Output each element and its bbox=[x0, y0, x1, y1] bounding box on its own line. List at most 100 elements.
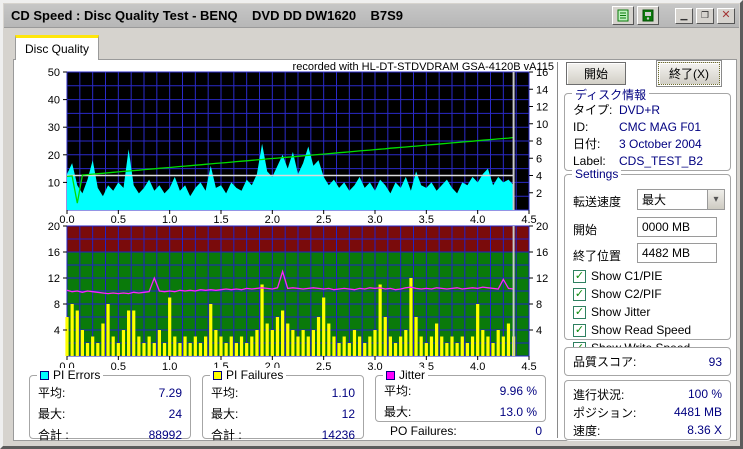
axis-tick-label: 4 bbox=[536, 171, 542, 183]
axis-tick-label: 4 bbox=[536, 325, 542, 337]
pi-errors-title: PI Errors bbox=[53, 368, 101, 382]
jitter-title: Jitter bbox=[399, 368, 426, 382]
checkbox-show-jitter[interactable]: Show Jitter bbox=[573, 305, 650, 319]
disc-date-row: 日付: 3 October 2004 bbox=[573, 136, 702, 152]
checkbox-show-c1-pie[interactable]: Show C1/PIE bbox=[573, 269, 662, 283]
disc-id-row: ID: CMC MAG F01 bbox=[573, 119, 702, 134]
log-icon[interactable] bbox=[612, 6, 634, 25]
panel-separator bbox=[557, 62, 559, 438]
axis-tick-label: 8 bbox=[536, 136, 542, 148]
title-bar: CD Speed : Disc Quality Test - BENQ DVD … bbox=[4, 4, 739, 28]
axis-tick-label: 2 bbox=[536, 188, 542, 200]
checkbox-check-icon[interactable] bbox=[573, 323, 586, 337]
axis-tick-label: 10 bbox=[48, 177, 60, 189]
pi-errors-max-row: 最大: 24 bbox=[38, 406, 182, 422]
axis-tick-label: 4 bbox=[54, 325, 60, 337]
axis-tick-label: 10 bbox=[536, 119, 548, 131]
checkbox-check-icon[interactable] bbox=[573, 287, 586, 301]
axis-tick-label: 12 bbox=[536, 102, 548, 114]
drive-icon[interactable] bbox=[637, 6, 659, 25]
axis-tick-label: 14 bbox=[536, 84, 548, 96]
chevron-down-icon[interactable] bbox=[707, 190, 724, 209]
axis-tick-label: 16 bbox=[536, 247, 548, 259]
close-button[interactable] bbox=[717, 7, 735, 24]
jitter-group: Jitter 平均: 9.96 % 最大: 13.0 % bbox=[375, 368, 546, 422]
axis-tick-label: 12 bbox=[536, 273, 548, 285]
axis-tick-label: 1.0 bbox=[162, 214, 177, 226]
transfer-speed-select[interactable]: 最大 bbox=[637, 189, 725, 210]
pi-failures-swatch-icon bbox=[213, 370, 222, 380]
axis-tick-label: 1.0 bbox=[162, 361, 177, 373]
pi-errors-total-row: 合計 : 88992 bbox=[38, 427, 182, 443]
axis-tick-label: 12 bbox=[48, 273, 60, 285]
pi-failures-title: PI Failures bbox=[226, 368, 284, 382]
axis-tick-label: 4.0 bbox=[470, 361, 485, 373]
tab-disc-quality[interactable]: Disc Quality bbox=[15, 35, 99, 60]
progress-row: 進行状況: 100 % bbox=[573, 387, 722, 402]
tab-label: Disc Quality bbox=[24, 42, 89, 56]
transfer-speed-label: 転送速度 bbox=[573, 195, 622, 209]
pi-errors-group: PI Errors 平均: 7.29 最大: 24 合計 : 88992 bbox=[29, 368, 191, 442]
settings-group: Settings 転送速度 最大 開始 0000 MB 終了位置 4482 MB… bbox=[564, 167, 731, 355]
pi-failures-avg-row: 平均: 1.10 bbox=[211, 385, 355, 401]
axis-tick-label: 3.0 bbox=[367, 361, 382, 373]
checkbox-check-icon[interactable] bbox=[573, 305, 586, 319]
position-row: ポジション: 4481 MB bbox=[573, 405, 722, 420]
pif-jitter-chart: 48121620481216200.0 0.5 1.0 1.5 2.0 2.5 3.0 3.5… bbox=[48, 221, 549, 373]
start-position-field[interactable]: 0000 MB bbox=[637, 217, 717, 237]
pi-errors-swatch-icon bbox=[40, 370, 49, 380]
axis-tick-label: 20 bbox=[536, 221, 548, 233]
pi-failures-group: PI Failures 平均: 1.10 最大: 12 合計 : 14236 bbox=[202, 368, 364, 442]
disc-type-row: タイプ: DVD+R bbox=[573, 102, 661, 118]
pi-errors-avg-row: 平均: 7.29 bbox=[38, 385, 182, 401]
axis-tick-label: 16 bbox=[48, 247, 60, 259]
axis-tick-label: 0.5 bbox=[111, 361, 126, 373]
checkbox-show-read-speed[interactable]: Show Read Speed bbox=[573, 323, 691, 337]
maximize-button[interactable] bbox=[696, 7, 714, 24]
tab-page: recorded with HL-DT-STDVDRAM GSA-4120B v… bbox=[13, 59, 737, 442]
axis-tick-label: 2.5 bbox=[316, 361, 331, 373]
pi-failures-total-row: 合計 : 14236 bbox=[211, 427, 355, 443]
po-failures-row: PO Failures: 0 bbox=[390, 424, 542, 438]
axis-tick-label: 3.0 bbox=[367, 214, 382, 226]
start-position-label: 開始 bbox=[573, 223, 598, 237]
settings-title: Settings bbox=[572, 167, 622, 181]
axis-tick-label: 2.5 bbox=[316, 214, 331, 226]
axis-tick-label: 0.0 bbox=[59, 214, 74, 226]
window-title: CD Speed : Disc Quality Test - BENQ DVD … bbox=[11, 8, 404, 23]
axis-tick-label: 8 bbox=[536, 299, 542, 311]
axis-tick-label: 20 bbox=[48, 221, 60, 233]
axis-tick-label: 50 bbox=[48, 67, 60, 79]
axis-tick-label: 3.5 bbox=[419, 214, 434, 226]
axis-tick-label: 4.0 bbox=[470, 214, 485, 226]
disc-info-group: ディスク情報 タイプ: DVD+R ID: CMC MAG F01 日付: 3 … bbox=[564, 86, 731, 171]
quality-score-row: 品質スコア: 93 bbox=[573, 354, 722, 370]
disc-info-title: ディスク情報 bbox=[572, 86, 650, 103]
axis-tick-label: 40 bbox=[48, 95, 60, 107]
end-position-label: 終了位置 bbox=[573, 249, 622, 263]
app-window: CD Speed : Disc Quality Test - BENQ DVD … bbox=[0, 0, 743, 449]
axis-tick-label: 20 bbox=[48, 150, 60, 162]
axis-tick-label: 0.5 bbox=[111, 214, 126, 226]
axis-tick-label: 1.5 bbox=[213, 214, 228, 226]
jitter-swatch-icon bbox=[386, 370, 395, 380]
right-panel: 開始 終了(X) ディスク情報 タイプ: DVD+R ID: CMC MAG F… bbox=[562, 60, 736, 440]
axis-tick-label: 6 bbox=[536, 153, 542, 165]
axis-tick-label: 4.5 bbox=[521, 361, 536, 373]
progress-group: 進行状況: 100 % ポジション: 4481 MB 速度: 8.36 X bbox=[564, 380, 731, 440]
minimize-button[interactable] bbox=[675, 7, 693, 24]
speed-row: 速度: 8.36 X bbox=[573, 423, 722, 438]
axis-tick-label: 2.0 bbox=[265, 214, 280, 226]
axis-tick-label: 30 bbox=[48, 122, 60, 134]
jitter-avg-row: 平均: 9.96 % bbox=[384, 383, 537, 399]
exit-button[interactable]: 終了(X) bbox=[656, 60, 722, 87]
start-button[interactable]: 開始 bbox=[566, 62, 626, 85]
pie-speed-chart: 10203040502468101214160.0 0.5 1.0 1.5 2.0 2.5… bbox=[48, 67, 549, 226]
jitter-max-row: 最大: 13.0 % bbox=[384, 404, 537, 420]
checkbox-check-icon[interactable] bbox=[573, 269, 586, 283]
quality-score-group: 品質スコア: 93 bbox=[564, 347, 731, 376]
checkbox-show-c2-pif[interactable]: Show C2/PIF bbox=[573, 287, 662, 301]
axis-tick-label: 8 bbox=[54, 299, 60, 311]
end-position-field[interactable]: 4482 MB bbox=[637, 243, 717, 263]
pi-failures-max-row: 最大: 12 bbox=[211, 406, 355, 422]
